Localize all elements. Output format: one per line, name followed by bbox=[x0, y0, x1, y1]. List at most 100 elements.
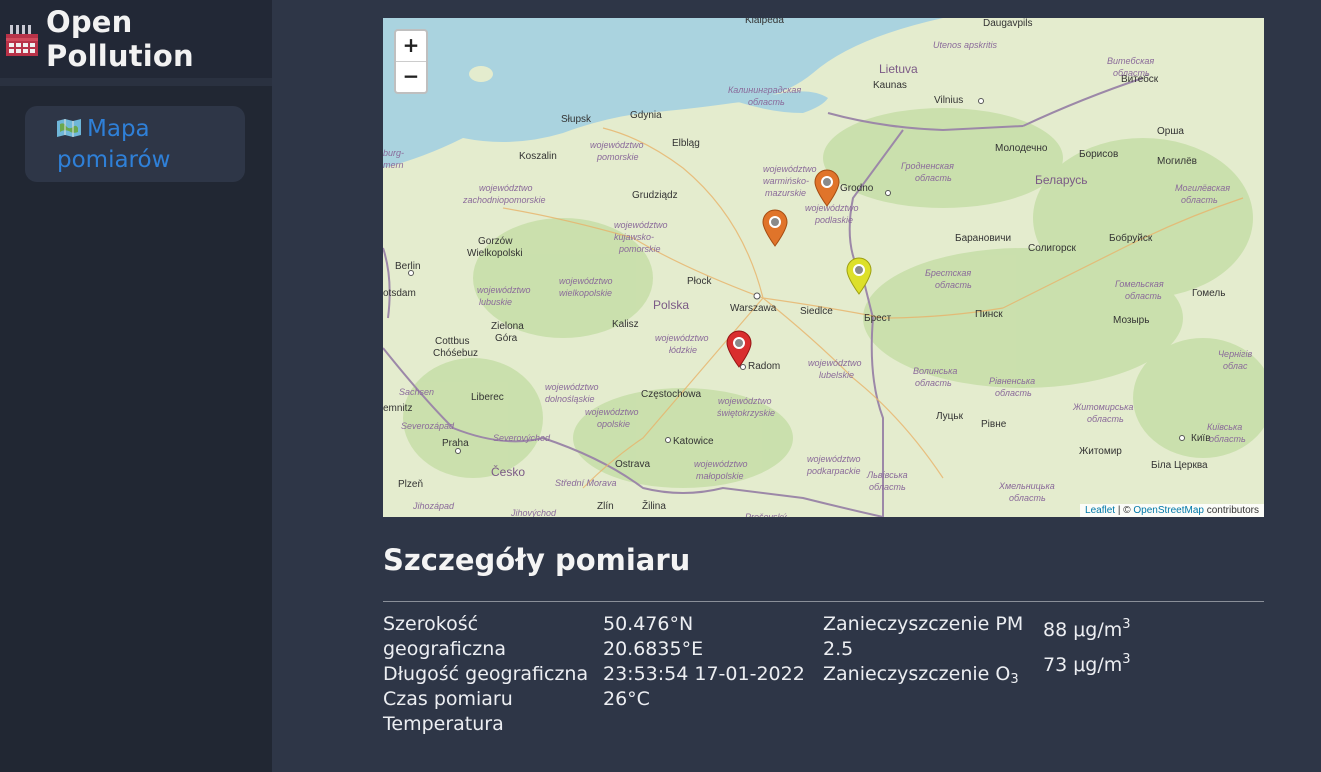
svg-text:область: область bbox=[915, 378, 952, 388]
svg-text:Гродненская: Гродненская bbox=[901, 161, 954, 171]
svg-text:Berlin: Berlin bbox=[395, 261, 421, 272]
svg-text:Пинск: Пинск bbox=[975, 309, 1003, 320]
svg-text:Słupsk: Słupsk bbox=[561, 114, 592, 125]
svg-text:województwo: województwo bbox=[763, 164, 817, 174]
openstreetmap-link[interactable]: OpenStreetMap bbox=[1133, 505, 1204, 516]
svg-text:Орша: Орша bbox=[1157, 126, 1184, 137]
attribution-suffix: contributors bbox=[1203, 505, 1259, 516]
svg-text:województwo: województwo bbox=[585, 407, 639, 417]
svg-text:Gdynia: Gdynia bbox=[630, 110, 662, 121]
svg-text:Severozápad: Severozápad bbox=[401, 421, 455, 431]
svg-text:область: область bbox=[915, 173, 952, 183]
nav-item-map[interactable]: Mapa pomiarów bbox=[25, 106, 245, 182]
svg-text:otsdam: otsdam bbox=[383, 288, 416, 299]
svg-text:Брестская: Брестская bbox=[925, 268, 971, 278]
svg-text:Elbląg: Elbląg bbox=[672, 138, 700, 149]
map-attribution: Leaflet | © OpenStreetMap contributors bbox=[1080, 504, 1264, 517]
svg-text:Warszawa: Warszawa bbox=[730, 303, 777, 314]
svg-text:Гомельская: Гомельская bbox=[1115, 279, 1164, 289]
svg-text:Kalisz: Kalisz bbox=[612, 319, 639, 330]
svg-text:Daugavpils: Daugavpils bbox=[983, 18, 1032, 29]
svg-text:pomorskie: pomorskie bbox=[596, 152, 639, 162]
svg-text:область: область bbox=[995, 388, 1032, 398]
svg-text:Chóśebuz: Chóśebuz bbox=[433, 348, 478, 359]
svg-text:Płock: Płock bbox=[687, 276, 712, 287]
time-label: Czas pomiaru bbox=[383, 688, 513, 710]
svg-text:Severovýchod: Severovýchod bbox=[493, 433, 551, 443]
svg-text:Гомель: Гомель bbox=[1192, 288, 1225, 299]
svg-text:wielkopolskie: wielkopolskie bbox=[559, 288, 612, 298]
map-tiles: Polska Lietuva Беларусь Česko Klaipėda D… bbox=[383, 18, 1264, 517]
longitude-label: Długość geograficzna bbox=[383, 663, 589, 685]
svg-text:область: область bbox=[748, 97, 785, 107]
svg-text:область: область bbox=[869, 482, 906, 492]
main-content: Polska Lietuva Беларусь Česko Klaipėda D… bbox=[383, 18, 1264, 737]
svg-text:Біла Церква: Біла Церква bbox=[1151, 460, 1208, 471]
marker-olsztyn[interactable] bbox=[762, 209, 788, 247]
svg-text:Grodno: Grodno bbox=[840, 183, 874, 194]
svg-text:облас: облас bbox=[1223, 361, 1248, 371]
svg-text:Liberec: Liberec bbox=[471, 392, 504, 403]
svg-text:Střední Morava: Střední Morava bbox=[555, 478, 617, 488]
details-divider bbox=[383, 601, 1264, 602]
svg-text:lubelskie: lubelskie bbox=[819, 370, 854, 380]
svg-text:Grudziądz: Grudziądz bbox=[632, 190, 678, 201]
svg-text:Борисов: Борисов bbox=[1079, 149, 1118, 160]
svg-text:województwo: województwo bbox=[590, 140, 644, 150]
map-view[interactable]: Polska Lietuva Беларусь Česko Klaipėda D… bbox=[383, 18, 1264, 517]
svg-text:Cottbus: Cottbus bbox=[435, 336, 469, 347]
svg-text:Мозырь: Мозырь bbox=[1113, 315, 1149, 326]
marker-radom[interactable] bbox=[726, 330, 752, 368]
svg-text:województwo: województwo bbox=[545, 382, 599, 392]
o3-value-text: 73 μg/m bbox=[1043, 654, 1123, 676]
sidebar-nav: Mapa pomiarów bbox=[0, 86, 272, 202]
svg-text:Prešovský: Prešovský bbox=[745, 512, 787, 517]
svg-text:pomorskie: pomorskie bbox=[618, 244, 661, 254]
svg-text:województwo: województwo bbox=[808, 358, 862, 368]
svg-text:województwo: województwo bbox=[694, 459, 748, 469]
svg-text:mern: mern bbox=[383, 160, 404, 170]
brand-header: Open Pollution bbox=[0, 0, 272, 86]
svg-text:Могилёвская: Могилёвская bbox=[1175, 183, 1230, 193]
zoom-in-button[interactable]: + bbox=[396, 31, 426, 61]
svg-text:Луцьк: Луцьк bbox=[936, 411, 964, 422]
marker-bialystok[interactable] bbox=[846, 257, 872, 295]
longitude-value: 20.6835°E bbox=[603, 638, 704, 660]
sidebar: Open Pollution Mapa pomiarów bbox=[0, 0, 272, 772]
svg-text:область: область bbox=[1181, 195, 1218, 205]
svg-text:Polska: Polska bbox=[653, 298, 689, 312]
svg-text:Česko: Česko bbox=[491, 464, 525, 479]
svg-text:область: область bbox=[1113, 68, 1150, 78]
svg-text:opolskie: opolskie bbox=[597, 419, 630, 429]
latitude-label: Szerokość geograficzna bbox=[383, 613, 506, 660]
svg-text:województwo: województwo bbox=[479, 183, 533, 193]
o3-label: Zanieczyszczenie O3 bbox=[823, 662, 1043, 692]
svg-text:Рівненська: Рівненська bbox=[989, 376, 1035, 386]
svg-text:Jihovýchod: Jihovýchod bbox=[510, 508, 557, 517]
svg-text:Барановичи: Барановичи bbox=[955, 233, 1011, 244]
svg-text:область: область bbox=[1125, 291, 1162, 301]
svg-text:область: область bbox=[1087, 414, 1124, 424]
leaflet-link[interactable]: Leaflet bbox=[1085, 505, 1115, 516]
svg-text:kujawsko-: kujawsko- bbox=[614, 232, 654, 242]
svg-text:zachodniopomorskie: zachodniopomorskie bbox=[462, 195, 546, 205]
svg-text:Siedlce: Siedlce bbox=[800, 306, 833, 317]
svg-text:Молодечно: Молодечно bbox=[995, 143, 1048, 154]
svg-text:województwo: województwo bbox=[718, 396, 772, 406]
svg-text:Волинська: Волинська bbox=[913, 366, 957, 376]
marker-grodno[interactable] bbox=[814, 169, 840, 207]
svg-text:województwo: województwo bbox=[655, 333, 709, 343]
svg-text:Žilina: Žilina bbox=[642, 499, 666, 512]
map-icon bbox=[57, 115, 81, 137]
svg-text:województwo: województwo bbox=[614, 220, 668, 230]
app-title: Open Pollution bbox=[46, 5, 194, 73]
svg-text:małopolskie: małopolskie bbox=[696, 471, 744, 481]
svg-text:Kaunas: Kaunas bbox=[873, 80, 907, 91]
svg-text:województwo: województwo bbox=[477, 285, 531, 295]
zoom-out-button[interactable]: − bbox=[396, 61, 426, 92]
svg-text:область: область bbox=[1009, 493, 1046, 503]
svg-text:emnitz: emnitz bbox=[383, 403, 412, 414]
svg-text:Брест: Брест bbox=[864, 313, 892, 324]
pm25-unit-superscript: 3 bbox=[1122, 617, 1131, 632]
svg-text:область: область bbox=[935, 280, 972, 290]
